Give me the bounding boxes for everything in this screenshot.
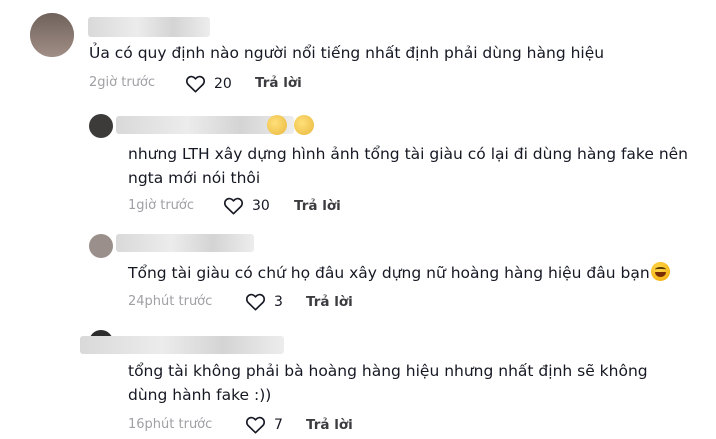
username-redacted[interactable] (80, 336, 284, 354)
comment-time: 1giờ trước (128, 198, 195, 213)
heart-outline-icon (245, 416, 266, 434)
comment-text: Tổng tài giàu có chứ họ đâu xây dựng nữ … (128, 261, 670, 285)
heart-outline-icon (245, 293, 266, 311)
comment-text-body: Tổng tài giàu có chứ họ đâu xây dựng nữ … (128, 264, 650, 282)
reply-comment-item: nhưng LTH xây dựng hình ảnh tổng tài già… (0, 110, 716, 220)
like-count: 30 (252, 197, 270, 214)
laughing-emoji-icon (650, 262, 670, 281)
emoji-redacted (294, 115, 314, 135)
like-button[interactable]: 3 (245, 292, 283, 311)
comment-text: tổng tài không phải bà hoàng hàng hiệu n… (128, 362, 648, 404)
like-button[interactable]: 20 (185, 74, 232, 93)
avatar[interactable] (89, 114, 113, 138)
comment-time: 16phút trước (128, 417, 213, 432)
heart-outline-icon (223, 197, 244, 215)
comment-time: 24phút trước (128, 294, 213, 309)
avatar[interactable] (89, 234, 113, 258)
reply-comment-item: Tổng tài giàu có chứ họ đâu xây dựng nữ … (0, 228, 716, 318)
like-count: 7 (274, 416, 283, 433)
reply-button[interactable]: Trả lời (306, 294, 353, 310)
username-redacted[interactable] (116, 234, 254, 252)
like-count: 3 (274, 293, 283, 310)
like-button[interactable]: 30 (223, 196, 270, 215)
like-count: 20 (214, 75, 232, 92)
comment-time: 2giờ trước (89, 75, 156, 90)
username-redacted[interactable] (88, 17, 210, 37)
like-button[interactable]: 7 (245, 415, 283, 434)
reply-button[interactable]: Trả lời (255, 75, 302, 91)
comment-item: Ủa có quy định nào người nổi tiếng nhất … (0, 0, 716, 100)
reply-button[interactable]: Trả lời (306, 417, 353, 433)
comment-text: nhưng LTH xây dựng hình ảnh tổng tài già… (128, 145, 688, 187)
emoji-redacted (267, 115, 287, 135)
avatar[interactable] (30, 13, 74, 57)
reply-comment-item: tổng tài không phải bà hoàng hàng hiệu n… (0, 328, 716, 439)
reply-button[interactable]: Trả lời (294, 198, 341, 214)
comment-text: Ủa có quy định nào người nổi tiếng nhất … (89, 44, 605, 62)
heart-outline-icon (185, 75, 206, 93)
